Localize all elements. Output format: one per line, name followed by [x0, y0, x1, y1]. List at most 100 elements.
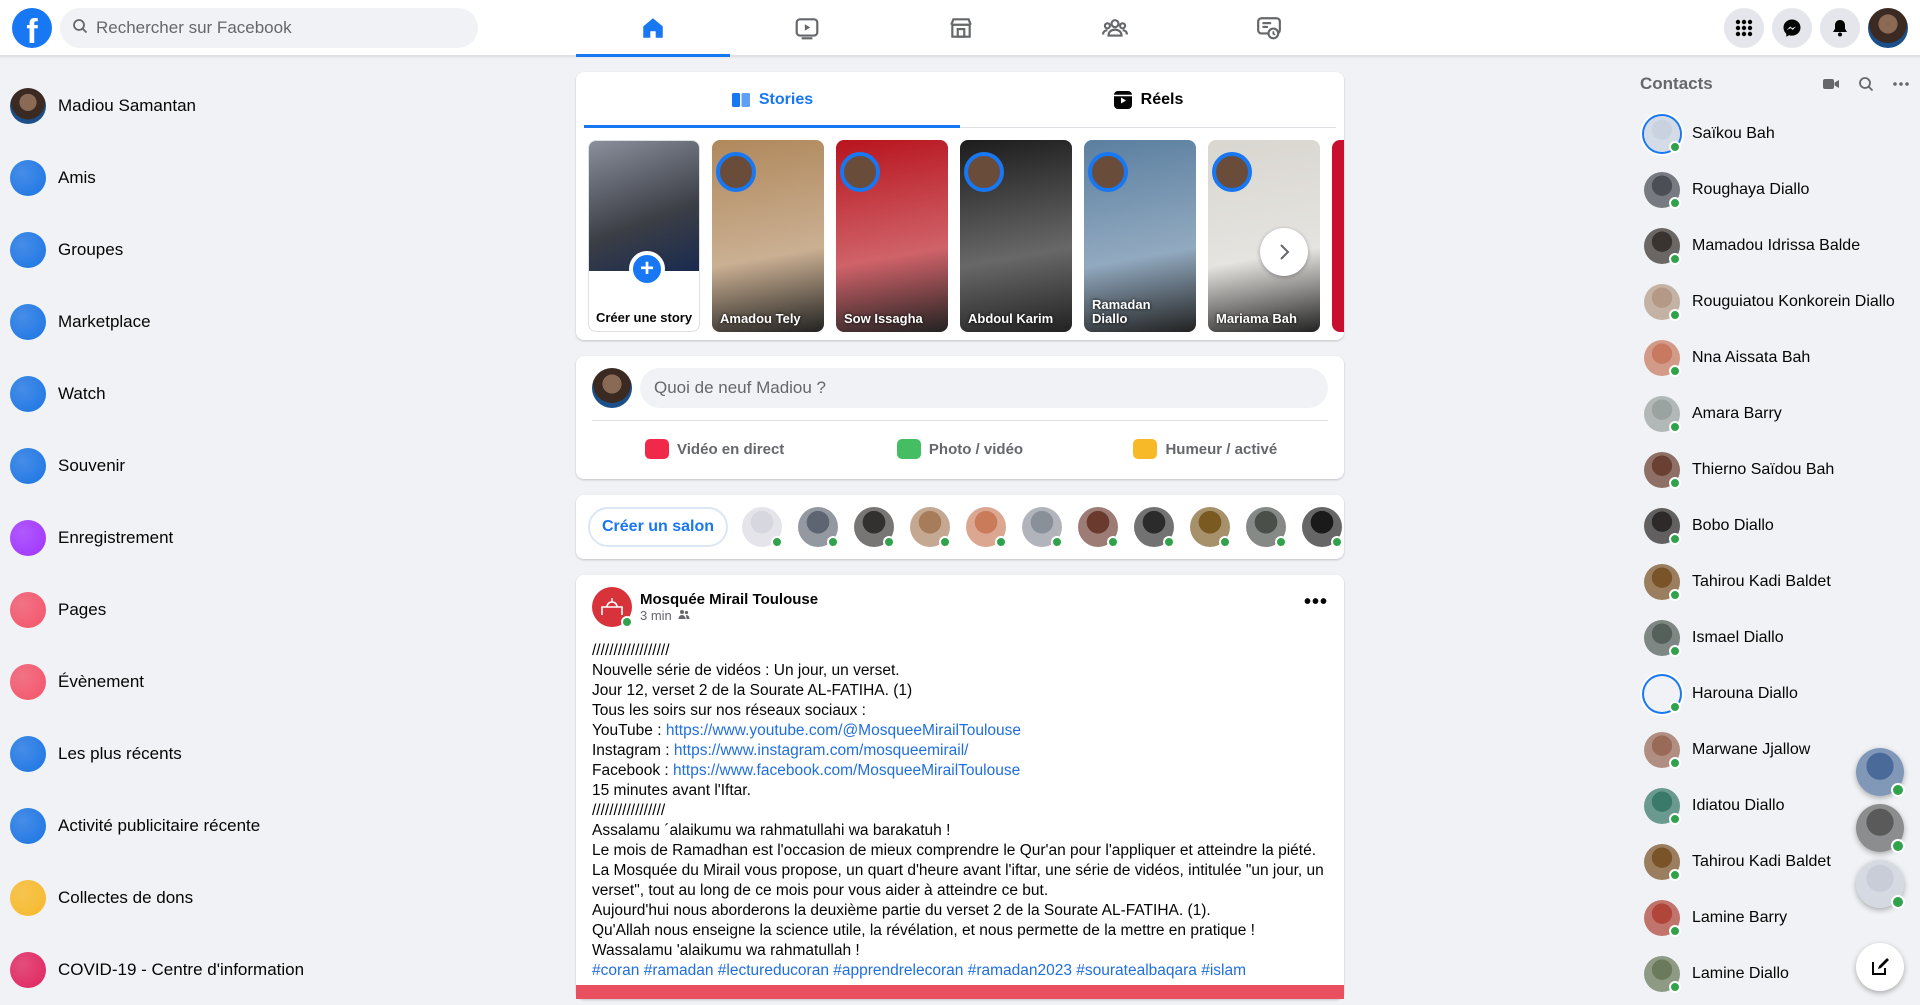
sidebar-item-7[interactable]: Pages [10, 574, 368, 646]
sidebar-item-11[interactable]: Collectes de dons [10, 862, 368, 934]
room-contact-avatar[interactable] [910, 507, 952, 548]
post-link[interactable]: https://www.instagram.com/mosqueemirail/ [674, 742, 969, 759]
more-icon[interactable] [1892, 76, 1910, 92]
sidebar-item-4[interactable]: Watch [10, 358, 368, 430]
contact-item[interactable]: Nna Aissata Bah [1640, 330, 1912, 386]
sidebar-item-12[interactable]: COVID-19 - Centre d'information [10, 934, 368, 1005]
notifications-button[interactable] [1820, 8, 1860, 48]
story-card[interactable]: Abdoul Karim [960, 140, 1072, 332]
create-room-button[interactable]: Créer un salon [588, 507, 729, 547]
contact-item[interactable]: Harouna Diallo [1640, 666, 1912, 722]
story-card[interactable]: Mariama Bah [1208, 140, 1320, 332]
room-contact-avatar[interactable] [798, 507, 840, 548]
nav-tab-watch[interactable] [730, 0, 884, 56]
contact-item[interactable]: Thierno Saïdou Bah [1640, 442, 1912, 498]
story-author: Sow Issagha [844, 311, 923, 326]
messenger-button[interactable] [1772, 8, 1812, 48]
story-card[interactable]: Amadou Tely [712, 140, 824, 332]
stories-next-button[interactable] [1260, 228, 1308, 276]
contact-item[interactable]: Tahirou Kadi Baldet [1640, 554, 1912, 610]
contact-name: Bobo Diallo [1692, 517, 1774, 534]
contact-item[interactable]: Roughaya Diallo [1640, 162, 1912, 218]
contact-item[interactable]: Ismael Diallo [1640, 610, 1912, 666]
story-card-partial[interactable] [1332, 140, 1344, 332]
post-line: Qu'Allah nous enseigne la science utile,… [592, 921, 1328, 941]
account-avatar[interactable] [1868, 8, 1908, 48]
room-contact-avatar[interactable] [854, 507, 896, 548]
composer-action-1[interactable]: Photo / vidéo [837, 429, 1082, 469]
chat-head-avatar[interactable] [1856, 748, 1905, 797]
fundraisers-icon [10, 880, 46, 916]
search-box[interactable] [60, 8, 478, 48]
composer-avatar[interactable] [592, 368, 632, 408]
room-contact-avatar[interactable] [742, 507, 784, 548]
online-indicator [883, 536, 896, 548]
facebook-logo-icon[interactable]: f [12, 8, 52, 48]
post-line-text: Assalamu ´alaikumu wa rahmatullahi wa ba… [592, 822, 951, 839]
sidebar-item-3[interactable]: Marketplace [10, 286, 368, 358]
contact-item[interactable]: Amara Barry [1640, 386, 1912, 442]
tab-reels[interactable]: Réels [960, 72, 1336, 127]
contact-avatar [1644, 172, 1681, 209]
nav-tab-gaming[interactable] [1192, 0, 1346, 56]
sidebar-item-1[interactable]: Amis [10, 142, 368, 214]
post-link[interactable]: #coran #ramadan #lectureducoran #apprend… [592, 962, 1246, 979]
contact-item[interactable]: Bobo Diallo [1640, 498, 1912, 554]
tab-stories[interactable]: Stories [584, 72, 960, 128]
online-indicator [1669, 421, 1681, 433]
bell-icon [1833, 20, 1847, 37]
sidebar-item-2[interactable]: Groupes [10, 214, 368, 286]
room-contact-avatar[interactable] [1078, 507, 1120, 548]
story-card[interactable]: Sow Issagha [836, 140, 948, 332]
plus-icon[interactable]: + [629, 251, 665, 287]
sidebar-item-6[interactable]: Enregistrement [10, 502, 368, 574]
nav-tab-groups[interactable] [1038, 0, 1192, 56]
stories-row: + Créer une story Amadou Tely Sow Issagha… [576, 128, 1344, 340]
post-text: ////////////////// Nouvelle série de vidé… [592, 641, 1328, 981]
sidebar-item-8[interactable]: Évènement [10, 646, 368, 718]
room-contact-avatar[interactable] [1134, 507, 1176, 548]
story-card[interactable]: Ramadan Diallo [1084, 140, 1196, 332]
room-contact-avatar[interactable] [1246, 507, 1288, 548]
post-line-text: ////////////////// [592, 642, 670, 659]
room-contact-avatar[interactable] [1302, 507, 1344, 548]
room-contact-avatar[interactable] [1190, 507, 1232, 548]
chat-head-avatar[interactable] [1856, 860, 1905, 909]
nav-tab-marketplace[interactable] [884, 0, 1038, 56]
online-indicator [1107, 536, 1120, 548]
menu-button[interactable] [1724, 8, 1764, 48]
contact-avatar [1644, 844, 1681, 881]
create-story-card[interactable]: + Créer une story [588, 140, 700, 332]
video-call-icon[interactable] [1822, 76, 1840, 92]
sidebar-item-9[interactable]: Les plus récents [10, 718, 368, 790]
contact-item[interactable]: Saïkou Bah [1640, 106, 1912, 162]
sidebar-item-10[interactable]: Activité publicitaire récente [10, 790, 368, 862]
post-image[interactable] [576, 985, 1344, 999]
search-input[interactable] [96, 18, 456, 38]
post-line-text: Nouvelle série de vidéos : Un jour, un v… [592, 662, 900, 679]
post-link[interactable]: https://www.facebook.com/MosqueeMirailTo… [673, 762, 1020, 779]
composer-action-0[interactable]: Vidéo en direct [592, 429, 837, 469]
mosque-logo-icon [601, 598, 623, 615]
search-icon[interactable] [1858, 76, 1874, 92]
post-author-avatar[interactable] [592, 587, 633, 628]
composer-action-2[interactable]: Humeur / activé [1083, 429, 1328, 469]
post-time[interactable]: 3 min [640, 608, 672, 623]
online-indicator [1669, 533, 1681, 545]
contact-item[interactable]: Rouguiatou Konkorein Diallo [1640, 274, 1912, 330]
post-link[interactable]: https://www.youtube.com/@MosqueeMirailTo… [666, 722, 1021, 739]
post-card: Mosquée Mirail Toulouse 3 min ••• //////… [576, 575, 1344, 999]
post-author[interactable]: Mosquée Mirail Toulouse [640, 591, 818, 608]
composer-input[interactable]: Quoi de neuf Madiou ? [640, 368, 1328, 408]
nav-tab-home[interactable] [576, 0, 730, 57]
room-contact-avatar[interactable] [966, 507, 1008, 548]
sidebar-item-5[interactable]: Souvenir [10, 430, 368, 502]
more-options-icon[interactable]: ••• [1304, 591, 1328, 614]
room-contact-avatar[interactable] [1022, 507, 1064, 548]
new-message-button[interactable] [1856, 943, 1904, 991]
sidebar-item-0[interactable]: Madiou Samantan [10, 70, 368, 142]
chat-head-avatar[interactable] [1856, 804, 1905, 853]
contact-item[interactable]: Mamadou Idrissa Balde [1640, 218, 1912, 274]
online-indicator [1669, 925, 1681, 937]
photo-icon [896, 439, 921, 459]
